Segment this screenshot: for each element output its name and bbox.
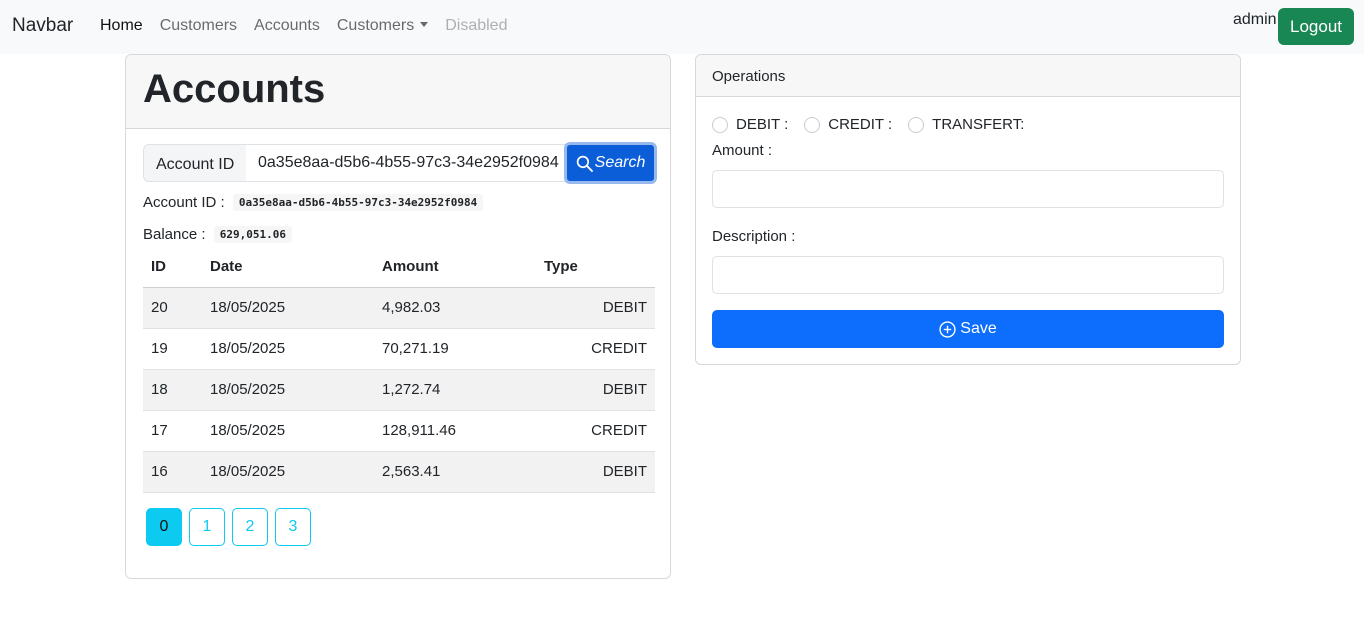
plus-circle-icon	[939, 320, 956, 338]
search-button[interactable]: Search	[564, 142, 657, 184]
nav-home[interactable]: Home	[100, 17, 143, 35]
cell-type: DEBIT	[536, 369, 655, 411]
col-type: Type	[536, 247, 655, 288]
cell-date: 18/05/2025	[202, 451, 374, 493]
search-button-label: Search	[594, 154, 646, 171]
radio-transfert-label: TRANSFERT:	[932, 116, 1025, 133]
radio-credit-label: CREDIT :	[828, 116, 893, 133]
radio-debit-label: DEBIT :	[736, 116, 789, 133]
radio-credit[interactable]	[804, 116, 821, 133]
table-row: 17 18/05/2025 128,911.46 CREDIT	[143, 410, 655, 452]
cell-type: CREDIT	[536, 328, 655, 370]
search-icon	[576, 155, 593, 172]
accounts-card-header: Accounts	[126, 55, 670, 129]
cell-type: DEBIT	[536, 451, 655, 493]
radio-debit[interactable]	[712, 116, 728, 133]
nav-customers-dropdown-label: Customers	[336, 17, 415, 34]
balance-value: 629,051.06	[213, 226, 292, 243]
balance-row: Balance : 629,051.06	[143, 226, 292, 243]
cell-type: DEBIT	[536, 287, 655, 329]
amount-input[interactable]	[712, 170, 1224, 208]
operations-title: Operations	[712, 68, 786, 85]
cell-id: 16	[143, 451, 202, 493]
description-label: Description :	[712, 228, 796, 245]
operation-type-radios: DEBIT : CREDIT : TRANSFERT:	[712, 116, 1040, 133]
account-id-row: Account ID : 0a35e8aa-d5b6-4b55-97c3-34e…	[143, 194, 484, 211]
page-button-2[interactable]: 2	[232, 508, 268, 546]
radio-transfert[interactable]	[908, 116, 925, 133]
cell-id: 17	[143, 410, 202, 452]
account-id-value: 0a35e8aa-d5b6-4b55-97c3-34e2952f0984	[232, 194, 484, 211]
operations-card-header: Operations	[696, 55, 1240, 97]
navbar: Navbar Home Customers Accounts Customers…	[0, 0, 1364, 54]
accounts-card: Accounts Account ID Search Account ID : …	[125, 54, 671, 579]
account-id-input[interactable]	[246, 144, 566, 182]
cell-date: 18/05/2025	[202, 410, 374, 452]
operations-card: Operations DEBIT : CREDIT : TRANSFERT: A…	[695, 54, 1241, 365]
nav-customers-dropdown[interactable]: Customers	[336, 17, 429, 35]
description-input[interactable]	[712, 256, 1224, 294]
balance-label: Balance :	[143, 226, 206, 243]
col-id: ID	[143, 247, 202, 288]
operations-table: ID Date Amount Type 20 18/05/2025 4,982.…	[143, 247, 655, 493]
chevron-down-icon	[420, 22, 429, 27]
cell-date: 18/05/2025	[202, 287, 374, 329]
nav-customers[interactable]: Customers	[160, 17, 237, 35]
table-header-row: ID Date Amount Type	[143, 247, 655, 288]
cell-amount: 4,982.03	[374, 287, 536, 329]
logout-button[interactable]: Logout	[1278, 8, 1354, 45]
account-id-label: Account ID :	[143, 194, 225, 211]
page-button-0[interactable]: 0	[146, 508, 182, 546]
col-amount: Amount	[374, 247, 536, 288]
cell-date: 18/05/2025	[202, 328, 374, 370]
navbar-brand[interactable]: Navbar	[12, 15, 73, 37]
nav-links: Home Customers Accounts Customers Disabl…	[100, 17, 524, 35]
cell-date: 18/05/2025	[202, 369, 374, 411]
pagination: 0 1 2 3	[146, 508, 318, 546]
save-button-label: Save	[960, 320, 997, 337]
username: admin	[1233, 11, 1277, 28]
table-row: 18 18/05/2025 1,272.74 DEBIT	[143, 369, 655, 411]
save-button[interactable]: Save	[712, 310, 1224, 348]
page-title: Accounts	[143, 67, 326, 111]
cell-amount: 70,271.19	[374, 328, 536, 370]
nav-disabled: Disabled	[445, 17, 508, 34]
page-button-3[interactable]: 3	[275, 508, 311, 546]
search-label: Account ID	[143, 144, 247, 182]
cell-amount: 128,911.46	[374, 410, 536, 452]
cell-id: 18	[143, 369, 202, 411]
page-button-1[interactable]: 1	[189, 508, 225, 546]
cell-amount: 1,272.74	[374, 369, 536, 411]
cell-type: CREDIT	[536, 410, 655, 452]
cell-id: 19	[143, 328, 202, 370]
table-row: 16 18/05/2025 2,563.41 DEBIT	[143, 451, 655, 493]
amount-label: Amount :	[712, 142, 773, 159]
table-row: 19 18/05/2025 70,271.19 CREDIT	[143, 328, 655, 370]
cell-id: 20	[143, 287, 202, 329]
search-group: Account ID Search	[143, 142, 657, 184]
cell-amount: 2,563.41	[374, 451, 536, 493]
table-row: 20 18/05/2025 4,982.03 DEBIT	[143, 287, 655, 329]
col-date: Date	[202, 247, 374, 288]
nav-accounts[interactable]: Accounts	[254, 17, 320, 35]
